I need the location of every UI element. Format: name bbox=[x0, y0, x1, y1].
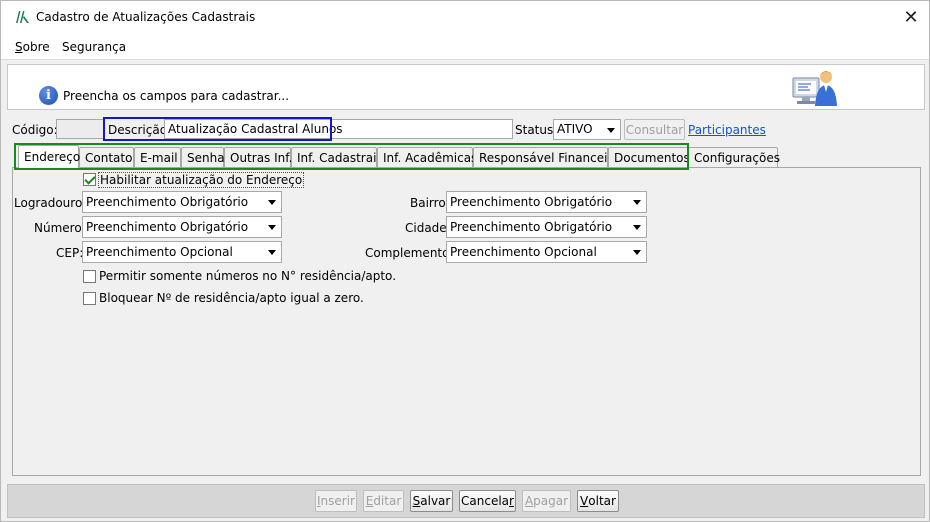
app-logo-icon bbox=[16, 11, 29, 23]
cancelar-button[interactable]: Cancela r bbox=[459, 490, 516, 512]
chevron-down-icon bbox=[268, 225, 276, 230]
chevron-down-icon bbox=[607, 128, 615, 133]
title-bar: Cadastro de Atualizações Cadastrais ✕ bbox=[1, 1, 929, 34]
editar-label: ditar bbox=[373, 494, 402, 508]
bairro-label: Bairro: bbox=[410, 196, 450, 210]
close-button[interactable]: ✕ bbox=[893, 1, 929, 34]
window: Cadastro de Atualizações Cadastrais ✕ So… bbox=[0, 0, 930, 522]
chevron-down-icon bbox=[268, 250, 276, 255]
menu-bar: Sobre Segurança bbox=[1, 34, 929, 60]
participantes-link[interactable]: Participantes bbox=[688, 123, 766, 137]
numero-label: Número: bbox=[34, 221, 86, 235]
menu-seguranca[interactable]: Segurança bbox=[62, 40, 126, 54]
info-icon: i bbox=[39, 86, 58, 105]
cidade-select[interactable]: Preenchimento Obrigatório bbox=[446, 216, 647, 238]
logradouro-select[interactable]: Preenchimento Obrigatório bbox=[82, 191, 282, 213]
apagar-mnemonic: A bbox=[524, 494, 534, 508]
user-computer-icon bbox=[792, 71, 837, 106]
chevron-down-icon bbox=[268, 200, 276, 205]
status-value: ATIVO bbox=[557, 122, 593, 136]
logradouro-label: Logradouro: bbox=[14, 196, 87, 210]
permitir-label: Permitir somente números no N° residênci… bbox=[99, 269, 397, 283]
tab-panel-endereco bbox=[12, 167, 921, 476]
menu-sobre[interactable]: Sobre bbox=[15, 40, 50, 54]
tab-endereco[interactable]: Endereço bbox=[18, 145, 80, 168]
codigo-label: Código: bbox=[12, 123, 58, 137]
bairro-value: Preenchimento Obrigatório bbox=[450, 195, 613, 209]
cep-label: CEP: bbox=[56, 246, 84, 260]
status-label: Status: bbox=[515, 123, 558, 137]
complemento-value: Preenchimento Opcional bbox=[450, 245, 597, 259]
numero-value: Preenchimento Obrigatório bbox=[86, 220, 249, 234]
chevron-down-icon bbox=[633, 200, 641, 205]
inserir-label: nserir bbox=[320, 494, 355, 508]
voltar-mnemonic: V bbox=[580, 494, 589, 508]
salvar-button[interactable]: Salvar bbox=[410, 490, 453, 512]
cancelar-mnemonic: r bbox=[509, 494, 514, 508]
cidade-label: Cidade: bbox=[405, 221, 451, 235]
salvar-label: alvar bbox=[420, 494, 451, 508]
cep-value: Preenchimento Opcional bbox=[86, 245, 233, 259]
apagar-label: pagar bbox=[533, 494, 569, 508]
cep-select[interactable]: Preenchimento Opcional bbox=[82, 241, 282, 263]
habilitar-label: Habilitar atualização do Endereço bbox=[98, 172, 305, 188]
editar-button[interactable]: Editar bbox=[363, 490, 404, 512]
chevron-down-icon bbox=[633, 250, 641, 255]
tab-configuracoes[interactable]: Configurações bbox=[688, 147, 780, 167]
numero-select[interactable]: Preenchimento Obrigatório bbox=[82, 216, 282, 238]
bloquear-label: Bloquear Nº de residência/apto igual a z… bbox=[99, 291, 364, 305]
salvar-mnemonic: S bbox=[412, 494, 421, 508]
permitir-checkbox[interactable] bbox=[83, 270, 96, 283]
close-icon: ✕ bbox=[903, 7, 919, 28]
window-title: Cadastro de Atualizações Cadastrais bbox=[36, 10, 256, 24]
menu-sobre-mnemonic: S bbox=[15, 40, 23, 54]
descricao-highlight bbox=[103, 117, 332, 141]
voltar-button[interactable]: Voltar bbox=[577, 490, 619, 512]
inserir-button[interactable]: Inserir bbox=[315, 490, 357, 512]
codigo-field[interactable] bbox=[56, 119, 104, 139]
voltar-label: oltar bbox=[588, 494, 616, 508]
complemento-label: Complemento: bbox=[365, 246, 454, 260]
cidade-value: Preenchimento Obrigatório bbox=[450, 220, 613, 234]
bairro-select[interactable]: Preenchimento Obrigatório bbox=[446, 191, 647, 213]
chevron-down-icon bbox=[633, 225, 641, 230]
bloquear-checkbox[interactable] bbox=[83, 292, 96, 305]
cancelar-label: Cancela bbox=[461, 494, 510, 508]
tabs-highlight bbox=[14, 143, 689, 170]
info-text: Preencha os campos para cadastrar... bbox=[63, 89, 290, 103]
header-panel: i Preencha os campos para cadastrar... bbox=[7, 64, 925, 110]
logradouro-value: Preenchimento Obrigatório bbox=[86, 195, 249, 209]
complemento-select[interactable]: Preenchimento Opcional bbox=[446, 241, 647, 263]
consultar-button[interactable]: Consultar bbox=[624, 119, 685, 140]
habilitar-checkbox[interactable] bbox=[83, 173, 96, 186]
menu-sobre-label: obre bbox=[22, 40, 50, 54]
editar-mnemonic: E bbox=[365, 494, 374, 508]
apagar-button[interactable]: Apagar bbox=[522, 490, 571, 512]
status-select[interactable]: ATIVO bbox=[553, 119, 621, 140]
